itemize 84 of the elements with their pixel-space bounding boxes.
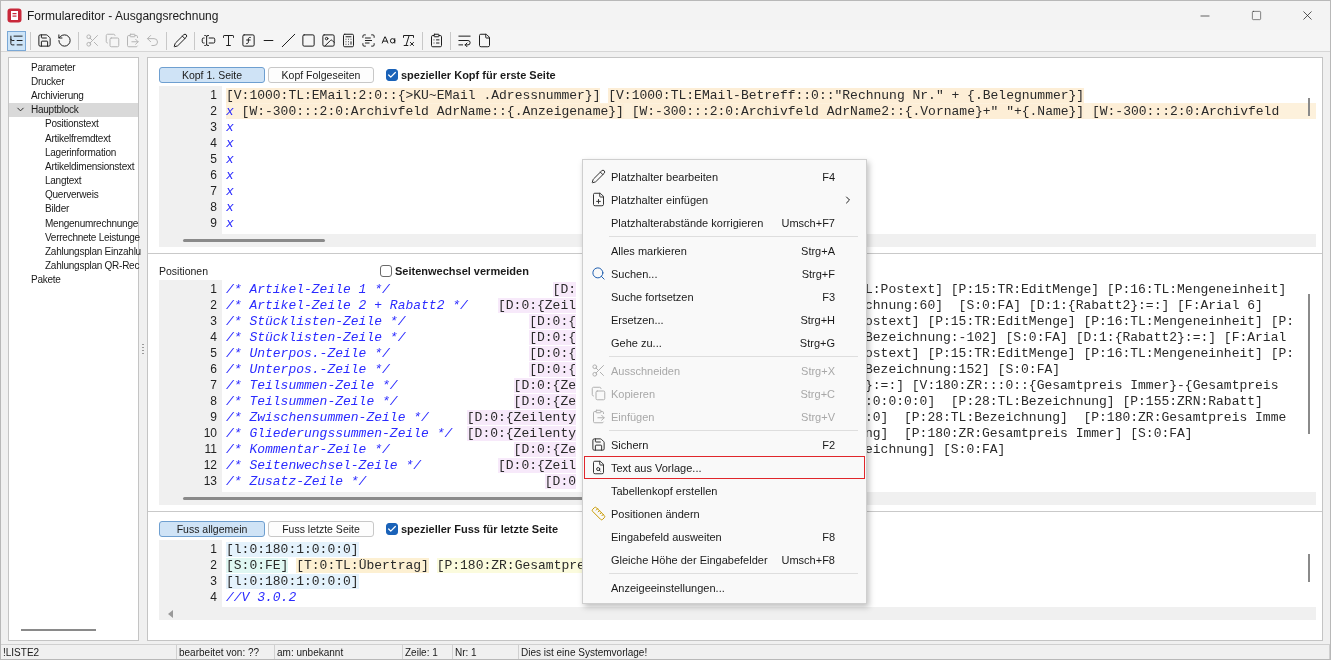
code-text: Bezeichnung:152] [S:0:FA] — [865, 361, 1061, 377]
line-number: 12 — [202, 458, 217, 472]
code-line: x [W:-300:::2:0:Archivfeld AdrName::{.Anzeigename}] [W:-300:::2:0:Archivfeld AdrName2::{.Vorname}+" "+{.Name}] [W:-300:::2:0:Archivfeld — [226, 103, 1280, 119]
code-text: L:Postext] [P:15:TR:EditMenge] [P:16:TL:Mengeneinheit] — [865, 281, 1287, 297]
line-number: 3 — [209, 314, 217, 328]
line-number: 9 — [209, 410, 217, 424]
code-text: [D:0:{Zeilenty — [466, 409, 576, 425]
code-comment: /* Stücklisten-Zeile */ — [226, 313, 406, 329]
code-comment: /* Unterpos.-Zeile */ — [226, 361, 390, 377]
code-comment: /* Teilsummen-Zeile */ — [226, 393, 398, 409]
code-comment: /* Unterpos.-Zeile */ — [226, 345, 390, 361]
code-line: //V 3.0.2 — [226, 589, 297, 605]
status-text: Nr: 1 — [453, 645, 519, 659]
code-text: [D: — [552, 281, 576, 297]
code-text: ostext] [P:15:TR:EditMenge] [P:16:TL:Mengeneinheit] [P: — [865, 345, 1295, 361]
code-text: [D:0:{Ze — [513, 441, 576, 457]
status-text: am: unbekannt — [275, 645, 403, 659]
code-line: [S:0:FE] [T:0:TL:Übertrag] [P:180:ZR:Gesamtpre — [226, 557, 585, 573]
line-number: 6 — [209, 168, 217, 182]
line-number: 7 — [209, 378, 217, 392]
line-number: 11 — [203, 442, 217, 456]
code-line: x — [226, 215, 234, 231]
line-number: 9 — [209, 216, 217, 230]
code-line: [V:1000:TL:EMail:2:0::{>KU~EMail .Adressnummer}] [V:1000:TL:EMail-Betreff::0::"Rechnung Nr." + {.Belegnummer}] — [226, 87, 1085, 103]
line-number: 6 — [209, 362, 217, 376]
line-number: 4 — [209, 590, 217, 604]
line-number: 4 — [209, 330, 217, 344]
line-number: 8 — [209, 394, 217, 408]
code-text: [D:0:{ — [529, 345, 576, 361]
code-text: eichnung] [S:0:FA] — [865, 441, 1006, 457]
code-comment: /* Teilsummen-Zeile */ — [226, 377, 398, 393]
line-number: 1 — [209, 88, 217, 102]
line-number: 2 — [209, 104, 217, 118]
code-comment: /* Stücklisten-Zeile */ — [226, 329, 406, 345]
line-number: 4 — [209, 136, 217, 150]
code-line: x — [226, 135, 234, 151]
code-text: :0] [P:28:TL:Bezeichnung] [P:180:ZR:Gesamtpreis Imme — [865, 409, 1287, 425]
code-comment: /* Kommentar-Zeile */ — [226, 441, 390, 457]
line-number: 5 — [209, 346, 217, 360]
line-number: 2 — [209, 298, 217, 312]
code-line: x — [226, 199, 234, 215]
checkbox-label: Seitenwechsel vermeiden — [395, 264, 529, 277]
line-number: 7 — [209, 184, 217, 198]
code-comment: /* Gliederungssummen-Zeile */ — [226, 425, 453, 441]
line-number: 1 — [209, 282, 217, 296]
code-text: [D:0:{Ze — [513, 393, 576, 409]
line-number: 13 — [202, 474, 217, 488]
code-text: :0:0:0:0] [P:28:TL:Bezeichnung] [P:155:ZRN:Rabatt] — [865, 393, 1263, 409]
window-title: Formulareditor - Ausgangsrechnung — [27, 8, 220, 23]
checkbox-label: spezieller Fuss für letzte Seite — [401, 522, 559, 535]
code-text: [D:0:{Ze — [513, 377, 576, 393]
code-text: }:=:] [V:180:ZR:::0::{Gesamtpreis Immer}-{Gesamtpreis — [865, 377, 1279, 393]
code-line: x — [226, 167, 234, 183]
code-text: [D:0:{Zeilenty — [466, 425, 576, 441]
status-text: Dies ist eine Systemvorlage! — [519, 645, 1330, 659]
code-line: x — [226, 183, 234, 199]
code-comment: /* Artikel-Zeile 1 */ — [226, 281, 390, 297]
line-number: 5 — [209, 152, 217, 166]
line-number: 8 — [209, 200, 217, 214]
code-text: chnung:60] [S:0:FA] [D:1:{Rabatt2}:=:] [F:Arial 6] — [865, 297, 1263, 313]
status-text: !LISTE2 — [1, 645, 177, 659]
code-text: [D:0:{ — [529, 329, 576, 345]
code-text: ostext] [P:15:TR:EditMenge] [P:16:TL:Mengeneinheit] [P: — [865, 313, 1295, 329]
checkbox-label: spezieller Kopf für erste Seite — [401, 68, 556, 81]
code-text: [D:0:{Zeil — [498, 297, 576, 313]
code-text: [D:0:{Zeil — [498, 457, 576, 473]
code-comment: /* Zusatz-Zeile */ — [226, 473, 367, 489]
code-comment: /* Zwischensummen-Zeile */ — [226, 409, 429, 425]
code-line: x — [226, 119, 234, 135]
line-number: 1 — [209, 542, 217, 556]
status-text: bearbeitet von: ?? — [177, 645, 275, 659]
line-number: 3 — [209, 574, 217, 588]
code-text: [D:0 — [544, 473, 576, 489]
code-text: [D:0:{ — [529, 361, 576, 377]
section-label: Positionen — [159, 264, 210, 277]
line-number: 2 — [209, 558, 217, 572]
code-text: [D:0:{ — [529, 313, 576, 329]
code-comment: /* Artikel-Zeile 2 + Rabatt2 */ — [226, 297, 468, 313]
code-comment: /* Seitenwechsel-Zeile */ — [226, 457, 422, 473]
line-number: 10 — [202, 426, 217, 440]
status-text: Zeile: 1 — [403, 645, 453, 659]
line-number: 3 — [209, 120, 217, 134]
code-text: Bezeichnung:-102] [S:0:FA] [D:1:{Rabatt2}:=:] [F:Arial — [865, 329, 1287, 345]
code-line: x — [226, 151, 234, 167]
